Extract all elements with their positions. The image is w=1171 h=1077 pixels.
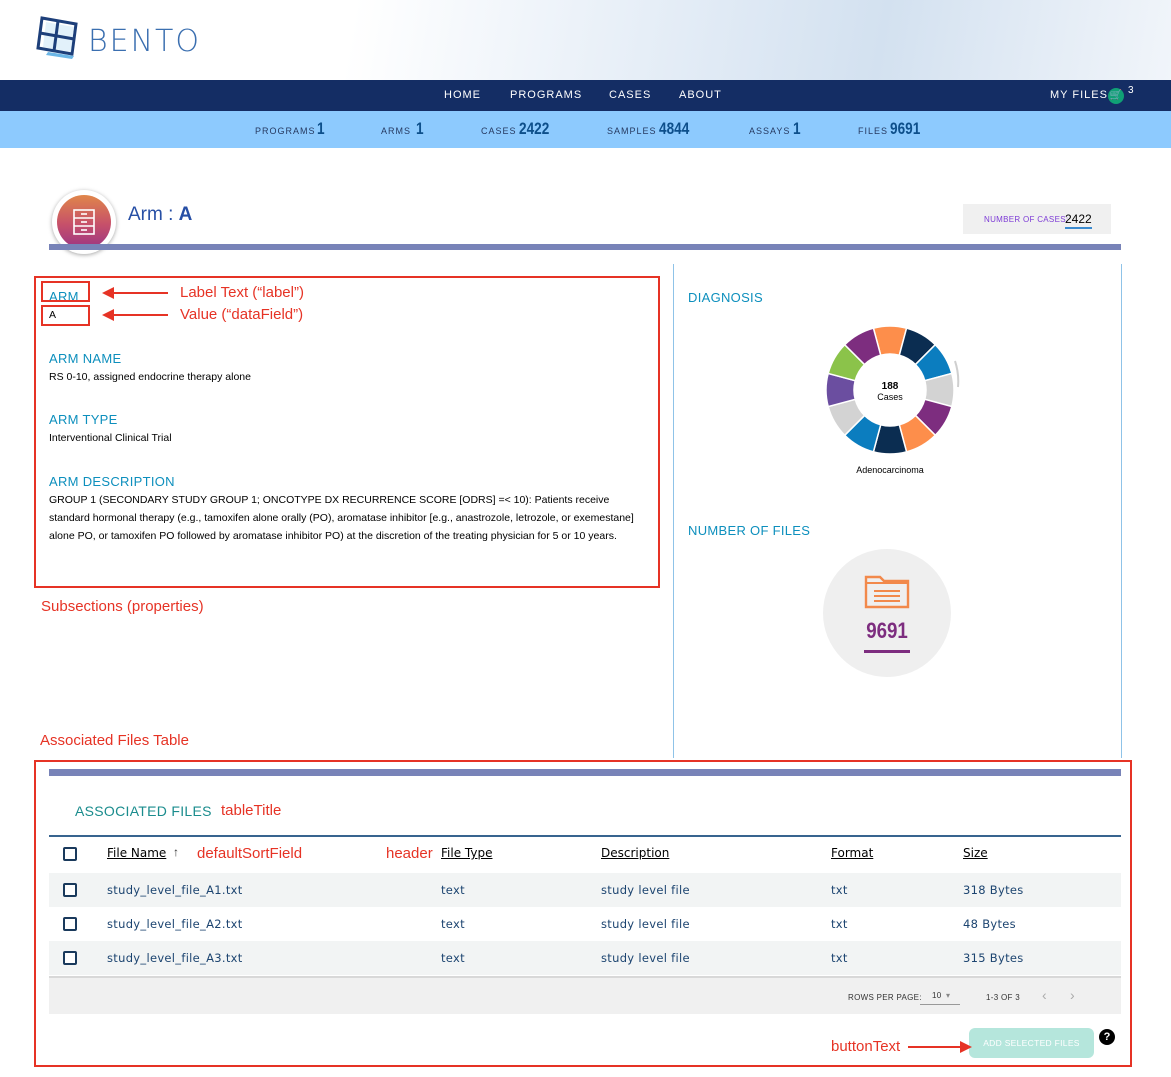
stat-cases-value: 2422 xyxy=(519,119,550,138)
donut-center-value: 188 xyxy=(881,381,899,392)
nav-programs[interactable]: PROGRAMS xyxy=(510,80,582,111)
table-title: ASSOCIATED FILES xyxy=(75,803,212,819)
diagnosis-title: DIAGNOSIS xyxy=(688,290,763,305)
annotation-button-text: buttonText xyxy=(831,1038,901,1055)
stat-arms-value: 1 xyxy=(416,119,424,138)
rows-per-page-value: 10 xyxy=(932,991,942,1000)
chevron-down-icon: ▾ xyxy=(946,991,951,1000)
cell-file-type: text xyxy=(441,951,465,965)
files-widget-count[interactable]: 9691 xyxy=(857,618,917,644)
cart-count: 3 xyxy=(1128,85,1134,96)
column-header-file-name[interactable]: File Name xyxy=(107,846,166,860)
select-all-checkbox[interactable] xyxy=(63,847,77,861)
files-widget-underline xyxy=(864,650,910,653)
row-checkbox[interactable] xyxy=(63,917,77,931)
nav-cases[interactable]: CASES xyxy=(609,80,651,111)
cell-description: study level file xyxy=(601,951,690,965)
rows-per-page-label: ROWS PER PAGE: xyxy=(848,993,922,1002)
table-header-divider xyxy=(49,835,1121,837)
donut-caption: Adenocarcinoma xyxy=(856,465,924,475)
annotation-button-arrow xyxy=(908,1041,972,1053)
annotation-value-text: Value (“dataField”) xyxy=(180,306,304,323)
page-title-prefix: Arm : xyxy=(128,204,174,225)
row-checkbox[interactable] xyxy=(63,883,77,897)
row-checkbox[interactable] xyxy=(63,951,77,965)
table-pagination xyxy=(49,976,1121,1014)
column-divider xyxy=(673,264,674,758)
stat-programs-label: PROGRAMS xyxy=(255,126,316,136)
stat-samples-value: 4844 xyxy=(659,119,690,138)
nav-my-files[interactable]: MY FILES xyxy=(1050,80,1108,111)
cell-file-name: study_level_file_A3.txt xyxy=(107,951,243,965)
stat-cases-label: CASES xyxy=(481,126,517,136)
table-top-bar xyxy=(49,769,1121,776)
stat-programs-value: 1 xyxy=(317,119,325,138)
arrow-up-icon[interactable]: ↑ xyxy=(173,845,179,859)
cell-file-name: study_level_file_A1.txt xyxy=(107,883,243,897)
cell-file-name: study_level_file_A2.txt xyxy=(107,917,243,931)
cell-file-type: text xyxy=(441,917,465,931)
cell-format: txt xyxy=(831,883,848,897)
annotation-table-title: tableTitle xyxy=(221,802,282,819)
page-title-arm-id: A xyxy=(178,204,193,225)
page-title: Arm : A xyxy=(128,204,192,226)
annotation-label-text: Label Text (“label”) xyxy=(180,284,304,301)
cabinet-icon xyxy=(73,209,95,235)
stat-files-label: FILES xyxy=(858,126,889,136)
annotation-associated-files-table: Associated Files Table xyxy=(40,732,189,749)
stat-assays-value: 1 xyxy=(793,119,801,138)
donut-highlight-arc xyxy=(954,360,960,388)
column-header-format[interactable]: Format xyxy=(831,846,873,860)
cell-size: 318 Bytes xyxy=(963,883,1024,897)
nav-home[interactable]: HOME xyxy=(444,80,481,111)
pagination-range: 1-3 OF 3 xyxy=(986,993,1020,1002)
nav-bar xyxy=(0,80,1171,111)
annotation-label-box xyxy=(41,281,90,302)
bento-logo-icon[interactable] xyxy=(36,14,80,60)
annotation-default-sort-field: defaultSortField xyxy=(197,845,303,862)
annotation-subsections: Subsections (properties) xyxy=(41,598,204,615)
cart-icon[interactable]: 🛒 xyxy=(1108,88,1124,104)
stats-bar xyxy=(0,111,1171,148)
annotation-header: header xyxy=(386,845,433,862)
annotation-value-box xyxy=(41,305,90,326)
column-header-description[interactable]: Description xyxy=(601,846,669,860)
cell-size: 48 Bytes xyxy=(963,917,1016,931)
files-widget-circle xyxy=(823,549,951,677)
prev-page-icon[interactable]: ‹ xyxy=(1042,987,1047,1003)
cell-format: txt xyxy=(831,951,848,965)
number-of-files-title: NUMBER OF FILES xyxy=(688,523,811,538)
annotation-arrows xyxy=(102,287,168,321)
number-of-cases-label: NUMBER OF CASES: xyxy=(984,215,1069,224)
cell-format: txt xyxy=(831,917,848,931)
cell-description: study level file xyxy=(601,883,690,897)
stat-arms-label: ARMS xyxy=(381,126,412,136)
brand-name[interactable]: BENTO xyxy=(88,24,201,59)
cell-file-type: text xyxy=(441,883,465,897)
folder-icon xyxy=(864,575,910,609)
rows-per-page-select[interactable]: 10 ▾ xyxy=(920,989,960,1005)
column-header-size[interactable]: Size xyxy=(963,846,988,860)
nav-about[interactable]: ABOUT xyxy=(679,80,722,111)
title-divider xyxy=(49,244,1121,250)
add-selected-files-button[interactable]: ADD SELECTED FILES xyxy=(969,1028,1094,1058)
cell-size: 315 Bytes xyxy=(963,951,1024,965)
donut-center-label: Cases xyxy=(877,392,903,402)
column-header-file-type[interactable]: File Type xyxy=(441,846,492,860)
help-icon[interactable]: ? xyxy=(1099,1029,1115,1045)
stat-samples-label: SAMPLES xyxy=(607,126,657,136)
stat-assays-label: ASSAYS xyxy=(749,126,791,136)
right-border xyxy=(1121,264,1122,758)
next-page-icon[interactable]: › xyxy=(1070,987,1075,1003)
cell-description: study level file xyxy=(601,917,690,931)
stat-files-value: 9691 xyxy=(890,119,921,138)
number-of-cases-link[interactable]: 2422 xyxy=(1065,212,1092,229)
